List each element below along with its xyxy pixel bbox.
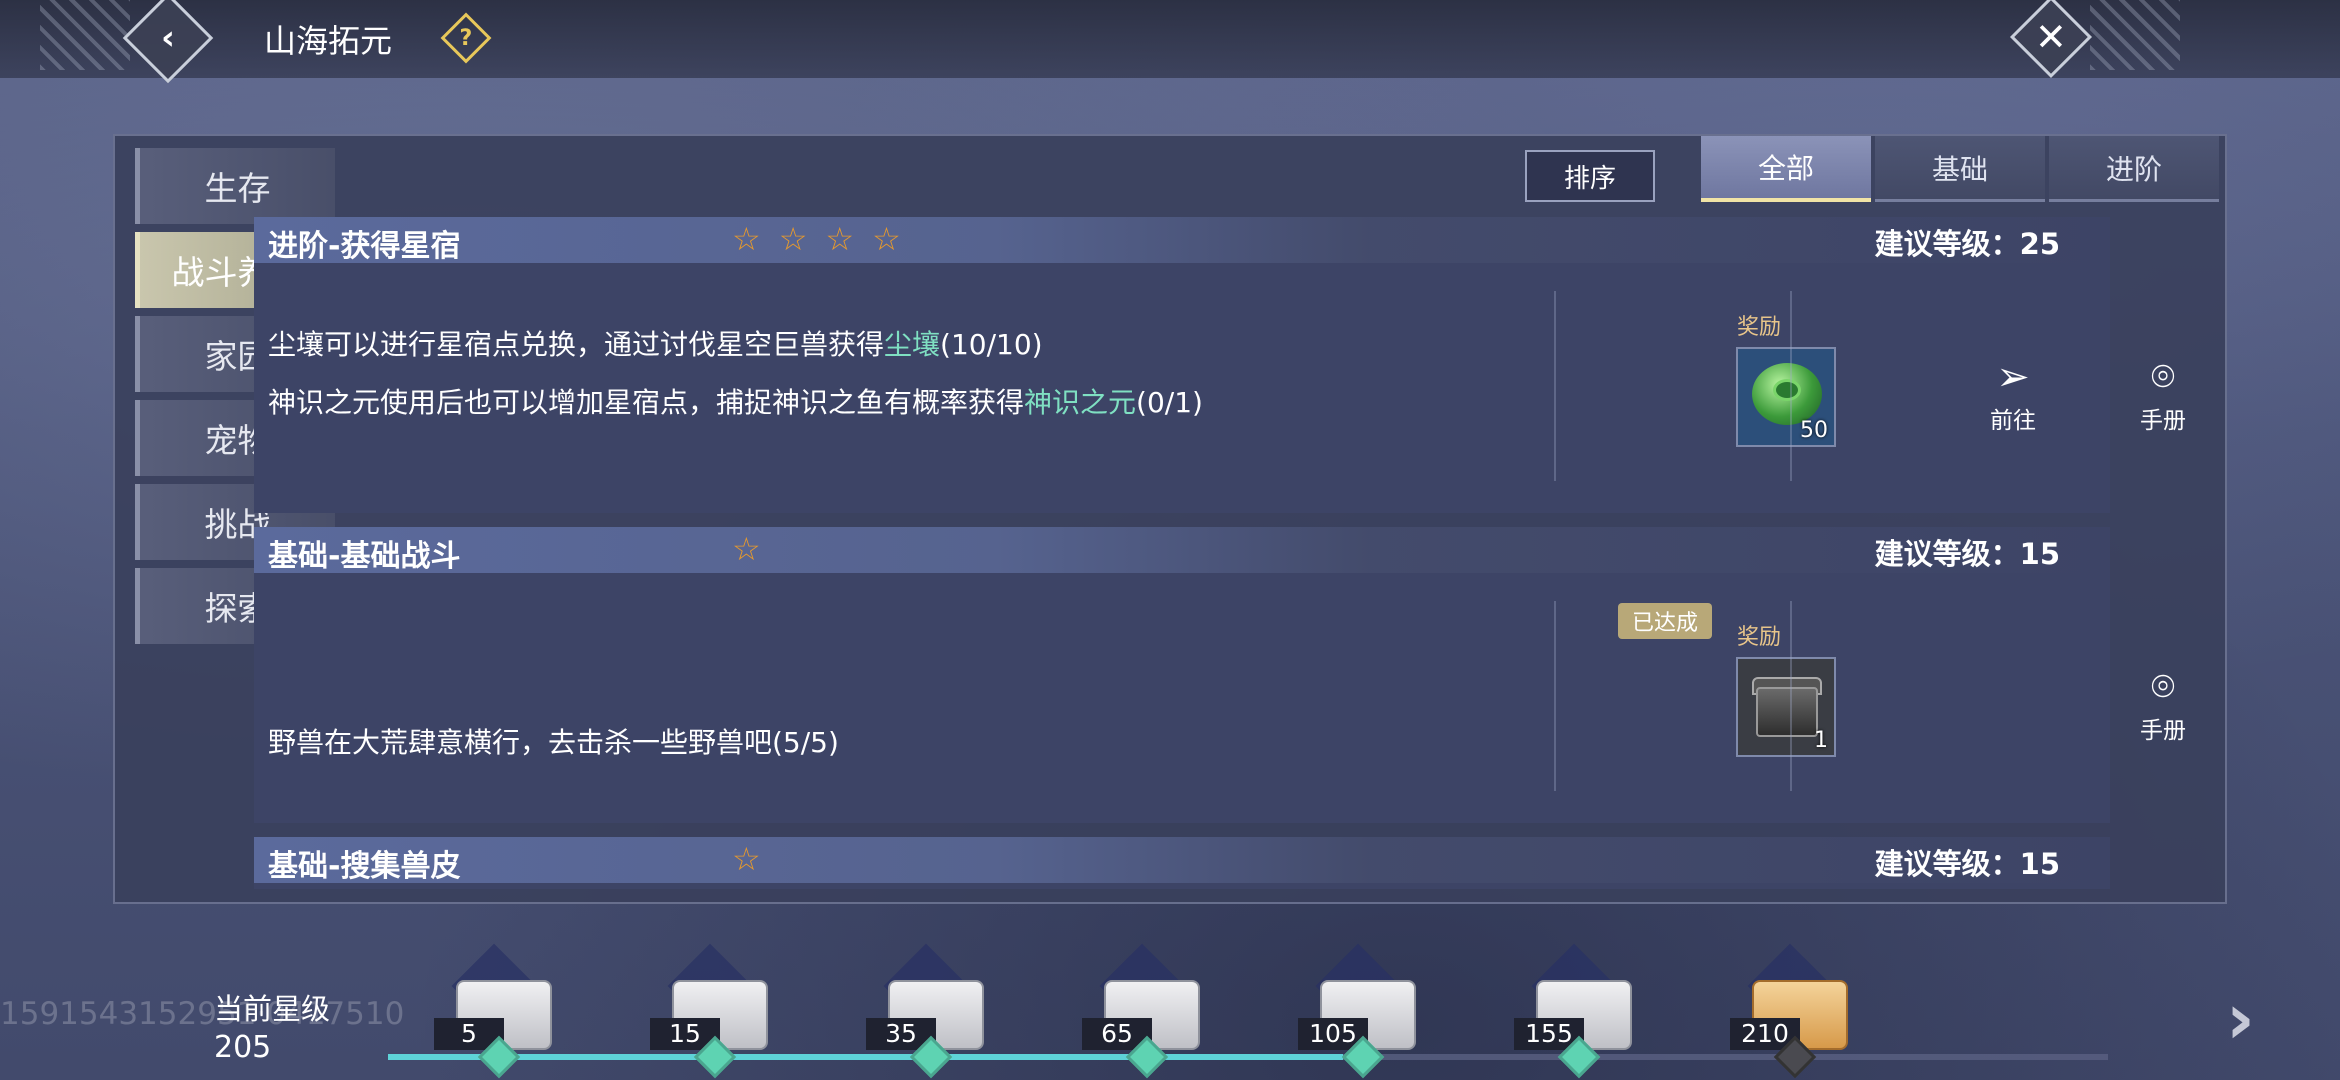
divider <box>1554 601 1556 791</box>
milestone-chest[interactable]: 15 <box>650 943 770 1080</box>
tab-basic[interactable]: 基础 <box>1875 136 2045 202</box>
star-icon: ☆ <box>732 530 761 568</box>
divider <box>1790 291 1792 481</box>
desc-text: 尘壤可以进行星宿点兑换，通过讨伐星空巨兽获得 <box>268 328 885 361</box>
decorative-pattern <box>2090 0 2180 70</box>
reward-item-jade[interactable]: 50 <box>1736 347 1836 447</box>
quest-description: 尘壤可以进行星宿点兑换，通过讨伐星空巨兽获得尘壤(10/10) <box>268 323 1043 363</box>
sort-button[interactable]: 排序 <box>1525 150 1655 202</box>
reward-item-chest[interactable]: 1 <box>1736 657 1836 757</box>
jade-hole <box>1773 379 1801 401</box>
back-button[interactable]: ‹ <box>122 0 214 84</box>
quest-card: 基础-基础战斗 ☆ 建议等级：15 已达成 野兽在大荒肆意横行，去击杀一些野兽吧… <box>254 527 2186 823</box>
milestone-chest[interactable]: 65 <box>1082 943 1202 1080</box>
pin-icon: ⌾ <box>2151 354 2175 400</box>
milestone-chest[interactable]: 155 <box>1514 943 1634 1080</box>
milestone-chest[interactable]: 35 <box>866 943 986 1080</box>
uid-watermark: 1591543152951·0417510 <box>0 996 405 1032</box>
tab-all[interactable]: 全部 <box>1701 136 1871 202</box>
status-badge: 已达成 <box>1618 603 1713 639</box>
milestone-chest[interactable]: 105 <box>1298 943 1418 1080</box>
manual-label: 手册 <box>2140 718 2186 744</box>
milestone-chest-gold[interactable]: 210 <box>1730 943 1850 1080</box>
desc-progress: (0/1) <box>1136 386 1203 419</box>
manual-button[interactable]: ⌾ 手册 <box>2118 665 2208 745</box>
suggested-level: 建议等级：25 <box>1874 227 2060 261</box>
star-icon: ☆ <box>825 220 855 258</box>
quest-stars: ☆ ☆ ☆ ☆ <box>732 223 901 255</box>
suggested-level: 建议等级：15 <box>1874 537 2060 571</box>
decorative-pattern <box>40 0 130 70</box>
help-button[interactable]: ? <box>440 12 492 64</box>
question-icon: ? <box>459 25 473 51</box>
quest-description: 野兽在大荒肆意横行，去击杀一些野兽吧(5/5) <box>268 726 839 759</box>
quest-body: 尘壤可以进行星宿点兑换，通过讨伐星空巨兽获得尘壤(10/10) 神识之元使用后也… <box>254 263 2186 513</box>
filter-tabs: 全部 基础 进阶 <box>1701 136 2223 202</box>
manual-button[interactable]: ⌾ 手册 <box>2118 355 2208 435</box>
reward-label: 奖励 <box>1737 315 1782 340</box>
desc-text: 神识之元使用后也可以增加星宿点，捕捉神识之鱼有概率获得 <box>268 386 1025 419</box>
star-icon: ☆ <box>778 220 808 258</box>
divider <box>1554 291 1556 481</box>
desc-progress: (10/10) <box>940 328 1043 361</box>
milestone-chest[interactable]: 5 <box>434 943 554 1080</box>
quest-stars: ☆ <box>732 843 761 875</box>
quest-card: 基础-搜集兽皮 ☆ 建议等级：15 <box>254 837 2110 889</box>
highlight-item[interactable]: 神识之元 <box>1024 386 1136 419</box>
quest-title: 基础-搜集兽皮 <box>268 849 461 884</box>
item-count: 1 <box>1814 728 1828 753</box>
quest-stars: ☆ <box>732 533 761 565</box>
chevron-left-icon: ‹ <box>160 17 176 58</box>
current-star-label: 当前星级 <box>214 992 331 1026</box>
highlight-item[interactable]: 尘壤 <box>884 328 940 361</box>
sidebar-item-survival[interactable]: 生存 <box>135 148 335 224</box>
manual-label: 手册 <box>2140 408 2186 434</box>
star-icon: ☆ <box>732 840 761 878</box>
send-icon: ➢ <box>1996 354 2030 400</box>
reward-label: 奖励 <box>1737 625 1782 650</box>
quest-title: 进阶-获得星宿 <box>268 229 461 264</box>
close-icon: ✕ <box>2035 15 2067 59</box>
current-star-value: 205 <box>214 1030 272 1065</box>
chest-icon <box>1756 687 1818 737</box>
quest-description: 神识之元使用后也可以增加星宿点，捕捉神识之鱼有概率获得神识之元(0/1) <box>268 381 1203 421</box>
quest-body: 已达成 野兽在大荒肆意横行，去击杀一些野兽吧(5/5) 奖励 1 ⌾ 手册 <box>254 573 2186 823</box>
goto-label: 前往 <box>1990 408 2036 434</box>
divider <box>1790 601 1792 791</box>
goto-button[interactable]: ➢ 前往 <box>1968 355 2058 435</box>
quest-card: 进阶-获得星宿 ☆ ☆ ☆ ☆ 建议等级：25 尘壤可以进行星宿点兑换，通过讨伐… <box>254 217 2186 513</box>
suggested-level: 建议等级：15 <box>1874 847 2060 881</box>
top-bar: ‹ 山海拓元 ? ✕ <box>0 0 2340 84</box>
quest-header: 基础-搜集兽皮 ☆ 建议等级：15 <box>254 837 2110 884</box>
quest-header: 基础-基础战斗 ☆ 建议等级：15 <box>254 527 2110 574</box>
quest-title: 基础-基础战斗 <box>268 539 461 574</box>
star-icon: ☆ <box>872 220 901 258</box>
page-title: 山海拓元 <box>264 22 393 60</box>
close-button[interactable]: ✕ <box>2009 0 2093 79</box>
tab-advanced[interactable]: 进阶 <box>2049 136 2219 202</box>
star-progress-track <box>388 1054 2108 1060</box>
star-icon: ☆ <box>732 220 761 258</box>
pin-icon: ⌾ <box>2151 664 2175 710</box>
item-count: 50 <box>1800 418 1828 443</box>
quest-header: 进阶-获得星宿 ☆ ☆ ☆ ☆ 建议等级：25 <box>254 217 2110 264</box>
next-page-icon[interactable]: › <box>2226 978 2255 1060</box>
